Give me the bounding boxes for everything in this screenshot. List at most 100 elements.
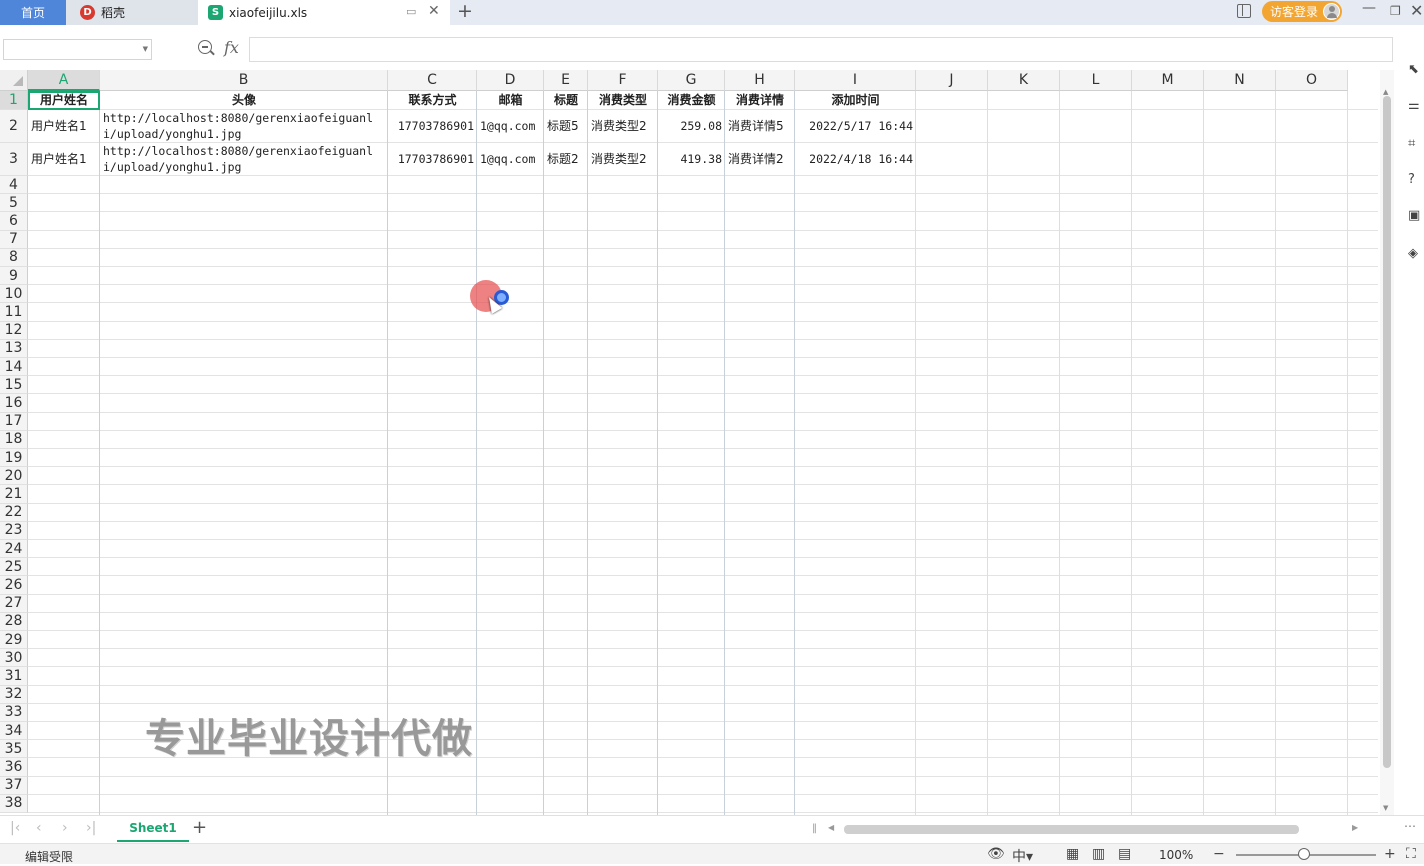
row-header-20[interactable]: 20 [0, 467, 28, 486]
row-header-22[interactable]: 22 [0, 503, 28, 522]
scroll-split-handle[interactable]: ‖ [812, 823, 817, 834]
transform-icon[interactable]: ⌗ [1408, 136, 1424, 152]
new-tab-button[interactable]: + [457, 0, 473, 22]
row-header-9[interactable]: 9 [0, 267, 28, 286]
row-header-24[interactable]: 24 [0, 540, 28, 559]
location-icon[interactable]: ◈ [1408, 246, 1424, 262]
help-icon[interactable]: ? [1408, 172, 1424, 188]
table-cell[interactable]: 标题2 [547, 152, 585, 167]
table-cell[interactable]: 17703786901 [391, 119, 474, 134]
row-header-4[interactable]: 4 [0, 176, 28, 195]
column-header-o[interactable]: O [1276, 70, 1348, 91]
vertical-scrollbar[interactable]: ▲ ▼ [1380, 70, 1394, 815]
row-header-21[interactable]: 21 [0, 485, 28, 504]
scroll-down-icon[interactable]: ▼ [1383, 804, 1388, 812]
row-header-14[interactable]: 14 [0, 358, 28, 377]
column-header-l[interactable]: L [1060, 70, 1132, 91]
scroll-up-icon[interactable]: ▲ [1383, 88, 1388, 96]
layout-toggle-icon[interactable] [1237, 4, 1251, 18]
column-header-c[interactable]: C [388, 70, 477, 91]
row-header-32[interactable]: 32 [0, 685, 28, 704]
row-header-5[interactable]: 5 [0, 194, 28, 213]
row-header-25[interactable]: 25 [0, 558, 28, 577]
table-cell[interactable]: 2022/5/17 16:44 [798, 119, 913, 134]
prev-sheet-icon[interactable]: ‹ [36, 820, 42, 836]
column-header-a[interactable]: A [28, 70, 100, 91]
close-tab-icon[interactable]: ✕ [428, 3, 440, 19]
row-header-8[interactable]: 8 [0, 248, 28, 267]
column-header-k[interactable]: K [988, 70, 1060, 91]
row-header-19[interactable]: 19 [0, 449, 28, 468]
header-cell[interactable]: 标题 [547, 93, 585, 108]
sheet-tab-sheet1[interactable]: Sheet1 [117, 816, 189, 842]
scroll-left-icon[interactable]: ◀ [828, 823, 834, 832]
row-header-2[interactable]: 2 [0, 110, 28, 143]
tab-home[interactable]: 首页 [0, 0, 66, 25]
table-cell[interactable]: 2022/4/18 16:44 [798, 152, 913, 167]
table-cell[interactable]: 标题5 [547, 119, 585, 134]
row-header-31[interactable]: 31 [0, 667, 28, 686]
row-header-6[interactable]: 6 [0, 212, 28, 231]
table-cell[interactable]: 消费类型2 [591, 119, 655, 134]
image-icon[interactable]: ▣ [1408, 208, 1424, 224]
row-header-16[interactable]: 16 [0, 394, 28, 413]
column-header-e[interactable]: E [544, 70, 588, 91]
header-cell[interactable]: 消费详情 [728, 93, 792, 108]
table-cell[interactable]: 259.08 [661, 119, 722, 134]
header-cell[interactable]: 消费类型 [591, 93, 655, 108]
column-header-n[interactable]: N [1204, 70, 1276, 91]
table-cell[interactable]: 1@qq.com [480, 119, 541, 134]
row-header-27[interactable]: 27 [0, 594, 28, 613]
row-header-7[interactable]: 7 [0, 230, 28, 249]
row-header-33[interactable]: 33 [0, 703, 28, 722]
table-cell[interactable]: http://localhost:8080/gerenxiaofeiguanli… [103, 111, 385, 143]
zoom-out-icon[interactable]: − [1213, 846, 1225, 862]
table-cell[interactable]: 用户姓名1 [31, 152, 97, 167]
table-cell[interactable]: 消费类型2 [591, 152, 655, 167]
column-header-d[interactable]: D [477, 70, 544, 91]
row-header-37[interactable]: 37 [0, 776, 28, 795]
table-cell[interactable]: 17703786901 [391, 152, 474, 167]
row-header-35[interactable]: 35 [0, 740, 28, 759]
column-header-g[interactable]: G [658, 70, 725, 91]
vertical-scroll-thumb[interactable] [1383, 96, 1391, 768]
header-cell[interactable]: 联系方式 [391, 93, 474, 108]
row-header-13[interactable]: 13 [0, 339, 28, 358]
zoom-level[interactable]: 100% [1159, 848, 1193, 862]
table-cell[interactable]: 419.38 [661, 152, 722, 167]
row-header-10[interactable]: 10 [0, 285, 28, 304]
header-cell[interactable]: 头像 [103, 93, 385, 108]
table-cell[interactable]: http://localhost:8080/gerenxiaofeiguanli… [103, 144, 385, 176]
spreadsheet-grid[interactable]: ABCDEFGHIJKLMNO 1 2 3 4 5 6 7 8 9 10 11 12 13 14 15 16 1… [0, 70, 1380, 815]
name-box[interactable]: ▼ [3, 39, 152, 60]
row-header-26[interactable]: 26 [0, 576, 28, 595]
row-header-17[interactable]: 17 [0, 412, 28, 431]
row-header-38[interactable]: 38 [0, 794, 28, 813]
tab-spreadsheet-file[interactable]: S xiaofeijilu.xls ▭ ✕ [198, 0, 450, 25]
row-header-11[interactable]: 11 [0, 303, 28, 322]
column-header-b[interactable]: B [100, 70, 388, 91]
row-header-34[interactable]: 34 [0, 722, 28, 741]
header-cell[interactable]: 邮箱 [480, 93, 541, 108]
eye-protection-icon[interactable]: 👁 [987, 846, 1005, 862]
column-header-j[interactable]: J [916, 70, 988, 91]
column-header-f[interactable]: F [588, 70, 658, 91]
row-header-23[interactable]: 23 [0, 521, 28, 540]
properties-sliders-icon[interactable]: ⚌ [1408, 98, 1424, 114]
column-header-m[interactable]: M [1132, 70, 1204, 91]
row-header-15[interactable]: 15 [0, 376, 28, 395]
fullscreen-icon[interactable]: ⛶ [1406, 846, 1416, 862]
last-sheet-icon[interactable]: ›| [86, 820, 96, 836]
restore-icon[interactable]: ❐ [1390, 0, 1401, 22]
column-header-h[interactable]: H [725, 70, 795, 91]
row-header-36[interactable]: 36 [0, 758, 28, 777]
zoom-in-icon[interactable]: + [1384, 846, 1396, 862]
row-header-3[interactable]: 3 [0, 143, 28, 176]
row-header-1[interactable]: 1 [0, 91, 28, 110]
guest-login-button[interactable]: 访客登录 [1262, 1, 1342, 22]
header-cell[interactable]: 消费金额 [661, 93, 722, 108]
window-close-icon[interactable]: ✕ [1410, 0, 1423, 22]
table-cell[interactable]: 1@qq.com [480, 152, 541, 167]
scroll-right-icon[interactable]: ▶ [1352, 823, 1358, 832]
horizontal-scrollbar[interactable]: ‖ ◀ ▶ [812, 823, 1372, 835]
